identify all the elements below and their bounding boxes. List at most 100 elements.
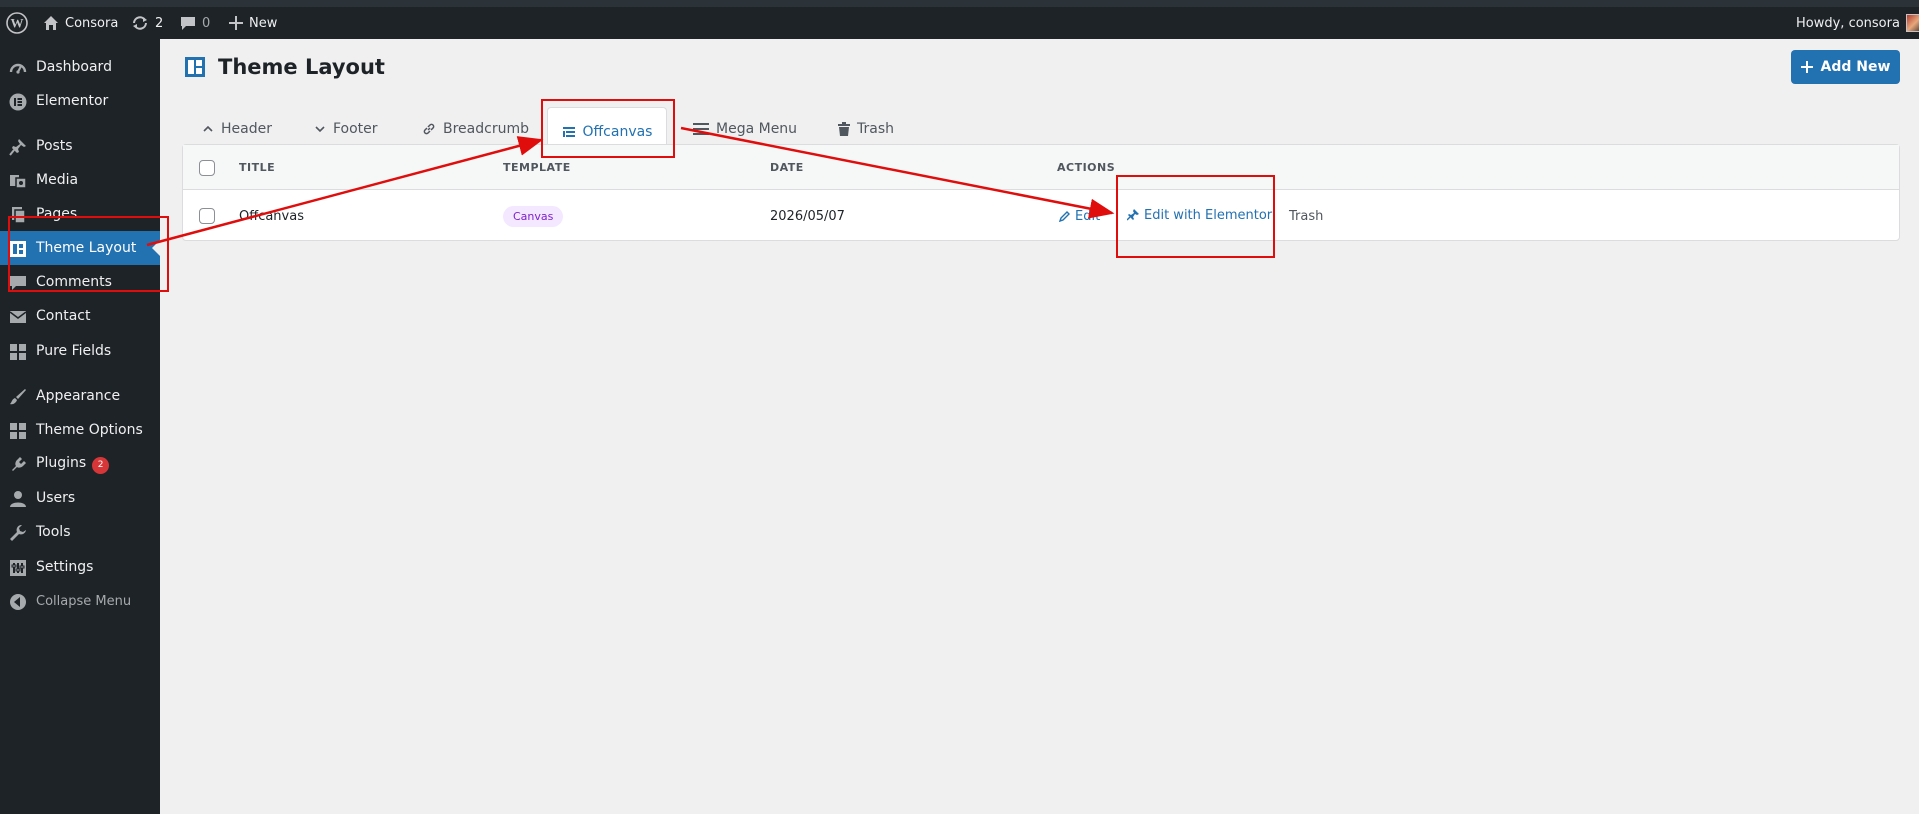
updates-link[interactable]: 2 (131, 7, 163, 39)
trash-link[interactable]: Trash (1289, 190, 1323, 242)
sidebar-item-label: Tools (36, 524, 71, 540)
page-title: Theme Layout (218, 55, 385, 79)
my-account-link[interactable]: Howdy, consora (1796, 7, 1919, 39)
tab-label: Trash (857, 121, 894, 137)
page-heading: Theme Layout (184, 55, 385, 79)
table-row: Offcanvas Canvas 2026/05/07 Edit Edit wi… (183, 190, 1899, 242)
sidebar-item-label: Appearance (36, 388, 121, 404)
chevron-up-icon (203, 125, 213, 132)
comment-icon (9, 274, 27, 292)
home-icon (44, 16, 58, 30)
comment-bubble-icon (181, 17, 195, 30)
comments-link[interactable]: 0 (180, 7, 210, 39)
column-header-date[interactable]: DATE (770, 145, 804, 190)
sidebar-item-label: Dashboard (36, 59, 112, 75)
wordpress-logo[interactable]: W (6, 7, 28, 39)
sidebar-item-label: Media (36, 172, 79, 188)
layout-icon (185, 57, 205, 77)
howdy-text: Howdy, consora (1796, 15, 1900, 31)
pin-icon (9, 138, 27, 156)
pages-icon (9, 206, 27, 224)
select-all-checkbox[interactable] (199, 160, 215, 176)
media-icon (9, 172, 27, 190)
sidebar-item-label: Plugins (36, 454, 87, 471)
table-header: TITLE TEMPLATE DATE ACTIONS (183, 145, 1899, 190)
sidebar-item-contact[interactable]: Contact (0, 299, 160, 333)
settings-icon (9, 559, 27, 577)
sidebar-item-label: Pure Fields (36, 343, 112, 359)
sidebar-item-tools[interactable]: Tools (0, 515, 160, 549)
edit-with-elementor-link[interactable]: Edit with Elementor (1127, 190, 1272, 240)
row-date: 2026/05/07 (770, 208, 845, 224)
new-content-link[interactable]: New (229, 7, 277, 39)
sidebar-item-appearance[interactable]: Appearance (0, 379, 160, 413)
column-header-title[interactable]: TITLE (239, 145, 275, 190)
updates-count: 2 (155, 15, 164, 31)
sidebar-item-dashboard[interactable]: Dashboard (0, 50, 160, 84)
trash-icon (838, 122, 850, 136)
sidebar-item-posts[interactable]: Posts (0, 129, 160, 163)
sidebar-item-label: Elementor (36, 93, 109, 109)
collapse-icon (9, 593, 27, 611)
admin-bar: W Consora 2 0 New Howdy, consora (0, 0, 1919, 39)
admin-sidebar: Dashboard Elementor Posts Media Pages Th… (0, 39, 160, 814)
dashboard-icon (9, 59, 27, 77)
sidebar-item-theme-options[interactable]: Theme Options (0, 413, 160, 447)
chevron-down-icon (315, 126, 325, 133)
template-badge: Canvas (503, 205, 564, 227)
wrench-icon (9, 524, 27, 542)
svg-text:W: W (11, 16, 24, 31)
updates-icon (133, 16, 147, 30)
layout-icon (9, 240, 27, 258)
mail-icon (9, 308, 27, 326)
brush-icon (9, 388, 27, 406)
sidebar-item-label: Users (36, 490, 76, 506)
sidebar-item-plugins[interactable]: Plugins 2 (0, 447, 160, 481)
sidebar-item-pure-fields[interactable]: Pure Fields (0, 334, 160, 368)
tab-label: Breadcrumb (443, 121, 529, 137)
add-new-button[interactable]: Add New (1791, 50, 1900, 84)
edit-link[interactable]: Edit (1059, 190, 1100, 242)
sidebar-item-users[interactable]: Users (0, 481, 160, 515)
sidebar-item-label: Collapse Menu (36, 593, 132, 609)
sidebar-item-comments[interactable]: Comments (0, 265, 160, 299)
plugin-icon (9, 456, 27, 474)
sidebar-item-label: Comments (36, 274, 112, 290)
pin-icon (1127, 209, 1139, 221)
sidebar-item-label: Contact (36, 308, 91, 324)
elementor-icon (9, 93, 27, 111)
sidebar-item-pages[interactable]: Pages (0, 197, 160, 231)
edit-with-elementor-label: Edit with Elementor (1144, 207, 1273, 223)
sidebar-collapse-menu[interactable]: Collapse Menu (0, 584, 160, 618)
sidebar-item-label: Settings (36, 559, 94, 575)
sidebar-item-elementor[interactable]: Elementor (0, 84, 160, 118)
sidebar-item-media[interactable]: Media (0, 163, 160, 197)
menu-icon (693, 123, 709, 135)
sidebar-item-settings[interactable]: Settings (0, 550, 160, 584)
link-icon (423, 123, 435, 135)
comments-count: 0 (202, 15, 211, 31)
grid-icon (9, 422, 27, 440)
wordpress-icon: W (6, 12, 28, 34)
theme-layout-table: TITLE TEMPLATE DATE ACTIONS Offcanvas Ca… (182, 144, 1900, 241)
new-label: New (249, 15, 278, 31)
plus-icon (1800, 61, 1813, 73)
sidebar-item-label: Theme Layout (36, 240, 137, 256)
user-icon (9, 490, 27, 508)
sidebar-item-theme-layout[interactable]: Theme Layout (0, 231, 160, 265)
column-header-actions: ACTIONS (1057, 161, 1116, 174)
tab-label: Footer (333, 121, 378, 137)
site-name-link[interactable]: Consora (43, 7, 118, 39)
add-new-label: Add New (1820, 59, 1891, 75)
row-title-link[interactable]: Offcanvas (239, 190, 304, 242)
plugins-update-badge: 2 (92, 456, 110, 474)
list-icon (562, 126, 575, 137)
main-content: Theme Layout Add New Header Footer Bread… (160, 39, 1919, 814)
sidebar-item-label: Posts (36, 138, 73, 154)
edit-label: Edit (1075, 208, 1101, 224)
pencil-icon (1059, 210, 1070, 222)
site-name: Consora (65, 15, 119, 31)
sidebar-item-label: Theme Options (36, 422, 143, 438)
tab-label: Header (221, 121, 272, 137)
row-checkbox[interactable] (199, 208, 215, 224)
